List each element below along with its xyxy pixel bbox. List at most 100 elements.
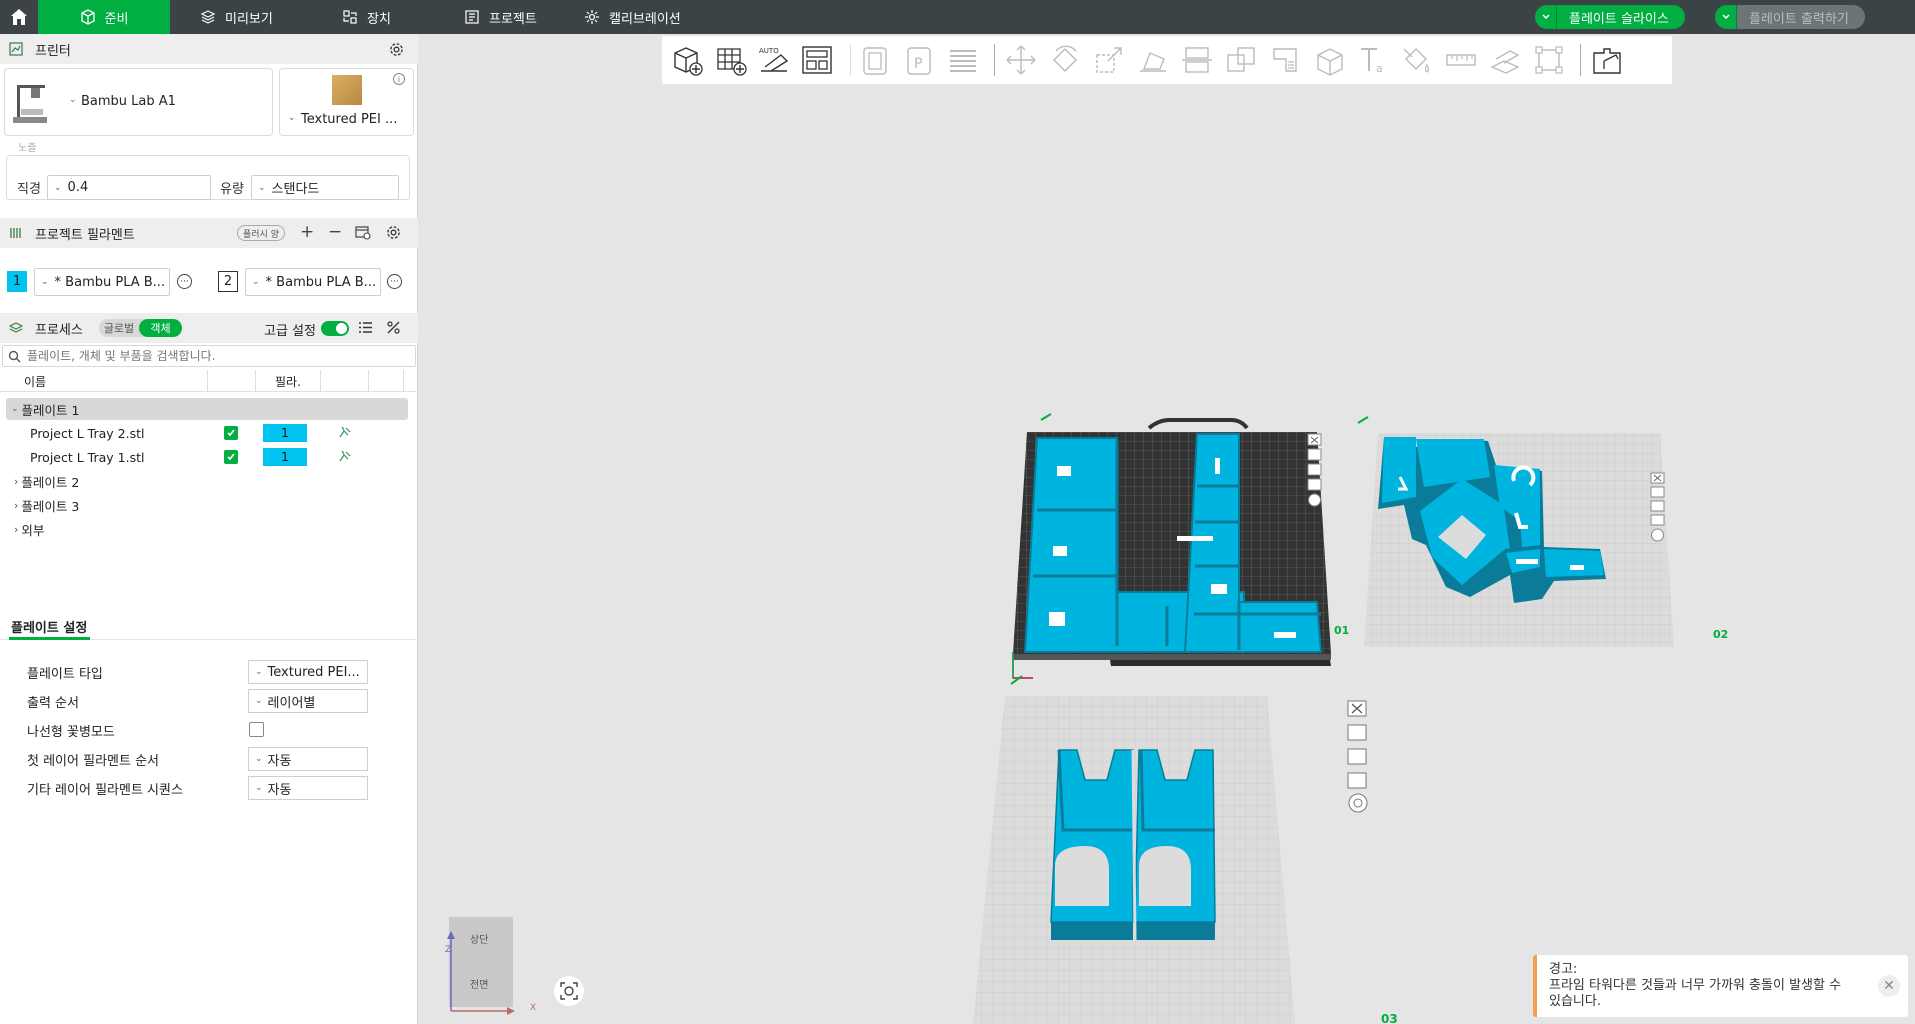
print-plate-button[interactable]: 플레이트 출력하기 xyxy=(1715,5,1865,29)
printer-select-card[interactable]: ⌄ Bambu Lab A1 xyxy=(4,68,273,136)
assembly-icon[interactable] xyxy=(1486,41,1524,79)
object-filament-chip[interactable]: 1 xyxy=(263,424,307,442)
chevron-right-icon: › xyxy=(14,474,19,488)
text-tool-icon[interactable]: a xyxy=(1354,41,1392,79)
paint-brush-icon[interactable] xyxy=(338,425,352,443)
layer-height-icon[interactable] xyxy=(944,41,982,79)
setting-value: 레이어별 xyxy=(267,695,316,711)
split-parts-icon[interactable]: P xyxy=(900,41,938,79)
chevron-down-icon: ⌄ xyxy=(252,277,260,287)
tab-device[interactable]: 장치 xyxy=(342,0,391,34)
setting-label: 나선형 꽃병모드 xyxy=(27,725,115,740)
process-scope-toggle[interactable]: 글로벌 객체 xyxy=(99,319,182,337)
assembly-view-icon[interactable] xyxy=(1588,41,1626,79)
plate-1-edit-icon[interactable] xyxy=(1039,412,1055,422)
spiral-vase-checkbox[interactable] xyxy=(249,722,264,737)
move-tool-icon[interactable] xyxy=(1002,41,1040,79)
printer-settings-gear-icon[interactable] xyxy=(389,42,404,57)
more-options-icon[interactable]: ··· xyxy=(177,274,192,289)
plate-2-edit-icon[interactable] xyxy=(1356,415,1372,425)
remove-filament-button[interactable]: − xyxy=(328,222,342,242)
search-input[interactable] xyxy=(27,349,407,363)
object-visible-checkbox[interactable] xyxy=(224,426,238,440)
seam-paint-icon[interactable] xyxy=(1310,41,1348,79)
tab-project[interactable]: 프로젝트 xyxy=(464,0,537,34)
advanced-settings-toggle[interactable] xyxy=(321,321,349,336)
arrange-icon[interactable] xyxy=(798,41,836,79)
color-paint-icon[interactable] xyxy=(1398,41,1436,79)
printer-section-title: 프린터 xyxy=(35,43,71,59)
chevron-down-icon: ⌄ xyxy=(69,95,77,105)
cut-tool-icon[interactable] xyxy=(1178,41,1216,79)
camera-reset-button[interactable] xyxy=(554,976,584,1006)
flush-volume-button[interactable]: 플러시 양 xyxy=(237,225,285,241)
plate-1-action-icons[interactable] xyxy=(1306,432,1324,544)
plate-type-select[interactable]: ⌄ Textured PEI... xyxy=(248,660,368,684)
print-sequence-select[interactable]: ⌄ 레이어별 xyxy=(248,689,368,713)
advanced-settings-label: 고급 설정 xyxy=(264,324,316,339)
lay-on-face-icon[interactable] xyxy=(1134,41,1172,79)
tab-calibration[interactable]: 캘리브레이션 xyxy=(584,0,681,34)
object-list-header: 이름 필라. xyxy=(0,370,418,392)
build-plate-3[interactable] xyxy=(959,684,1299,1024)
plate-number: 01 xyxy=(1334,624,1350,637)
diameter-select[interactable]: ⌄ 0.4 xyxy=(47,175,211,200)
plate-2-action-icons[interactable] xyxy=(1649,471,1669,551)
flow-select[interactable]: ⌄ 스탠다드 xyxy=(251,175,399,200)
compare-presets-icon[interactable] xyxy=(386,320,401,335)
info-icon[interactable]: i xyxy=(393,73,405,85)
sync-filament-icon[interactable] xyxy=(355,226,371,240)
home-button[interactable] xyxy=(0,0,38,34)
build-plate-1[interactable] xyxy=(999,414,1349,689)
search-icon xyxy=(8,350,21,362)
tree-outside[interactable]: › 외부 xyxy=(6,518,408,540)
filament-slot-1-index[interactable]: 1 xyxy=(7,271,27,292)
rotate-tool-icon[interactable] xyxy=(1046,41,1084,79)
toggle-global[interactable]: 글로벌 xyxy=(99,319,139,337)
more-options-icon[interactable]: ··· xyxy=(387,274,402,289)
plate-3-action-icons[interactable] xyxy=(1344,697,1372,817)
3d-viewport[interactable]: AUTO P a 01 02 03 xyxy=(419,34,1915,1024)
plate-3-edit-icon[interactable] xyxy=(1009,674,1025,686)
build-plate-2[interactable] xyxy=(1354,417,1699,687)
plate-type-card[interactable]: i ⌄ Textured PEI ... xyxy=(279,68,414,136)
other-layers-sequence-select[interactable]: ⌄ 자동 xyxy=(248,776,368,800)
cube-icon xyxy=(80,9,95,25)
auto-orient-icon[interactable]: AUTO xyxy=(755,41,793,79)
slice-plate-button[interactable]: 플레이트 슬라이스 xyxy=(1535,5,1685,29)
list-view-icon[interactable] xyxy=(358,321,373,334)
split-objects-icon[interactable] xyxy=(856,41,894,79)
first-layer-sequence-select[interactable]: ⌄ 자동 xyxy=(248,747,368,771)
filament-settings-gear-icon[interactable] xyxy=(386,225,401,240)
object-visible-checkbox[interactable] xyxy=(224,450,238,464)
toggle-object[interactable]: 객체 xyxy=(139,319,182,337)
add-plate-icon[interactable] xyxy=(712,41,750,79)
view-cube[interactable]: 상단 전면 Z X xyxy=(445,917,536,1015)
object-filament-chip[interactable]: 1 xyxy=(263,448,307,466)
plate-number: 02 xyxy=(1713,628,1729,641)
tab-preview[interactable]: 미리보기 xyxy=(200,0,273,34)
tree-plate-1[interactable]: ⌄ 플레이트 1 xyxy=(6,398,408,420)
print-dropdown-arrow[interactable] xyxy=(1715,5,1737,29)
paint-brush-icon[interactable] xyxy=(338,449,352,467)
plate-settings-tab[interactable]: 플레이트 설정 xyxy=(11,617,87,636)
object-search-bar[interactable] xyxy=(2,345,416,367)
support-paint-icon[interactable] xyxy=(1266,41,1304,79)
boolean-tool-icon[interactable] xyxy=(1222,41,1260,79)
add-object-icon[interactable] xyxy=(668,41,706,79)
tab-prepare[interactable]: 준비 xyxy=(38,0,170,34)
tree-plate-2[interactable]: › 플레이트 2 xyxy=(6,470,408,492)
filament-slot-2-select[interactable]: ⌄ * Bambu PLA B... xyxy=(245,268,381,296)
flow-value: 스탠다드 xyxy=(271,182,320,197)
filament-slot-1-select[interactable]: ⌄ * Bambu PLA B... xyxy=(34,268,170,296)
axis-z-label: Z xyxy=(445,945,452,955)
filament-slot-2-index[interactable]: 2 xyxy=(218,271,238,292)
measure-tool-icon[interactable] xyxy=(1442,41,1480,79)
bounding-box-icon[interactable] xyxy=(1530,41,1568,79)
add-filament-button[interactable]: + xyxy=(300,222,314,242)
close-icon[interactable]: ✕ xyxy=(1878,975,1900,997)
scale-tool-icon[interactable] xyxy=(1090,41,1128,79)
tree-plate-3[interactable]: › 플레이트 3 xyxy=(6,494,408,516)
slice-dropdown-arrow[interactable] xyxy=(1535,5,1557,29)
tab-label: 프로젝트 xyxy=(489,11,537,27)
